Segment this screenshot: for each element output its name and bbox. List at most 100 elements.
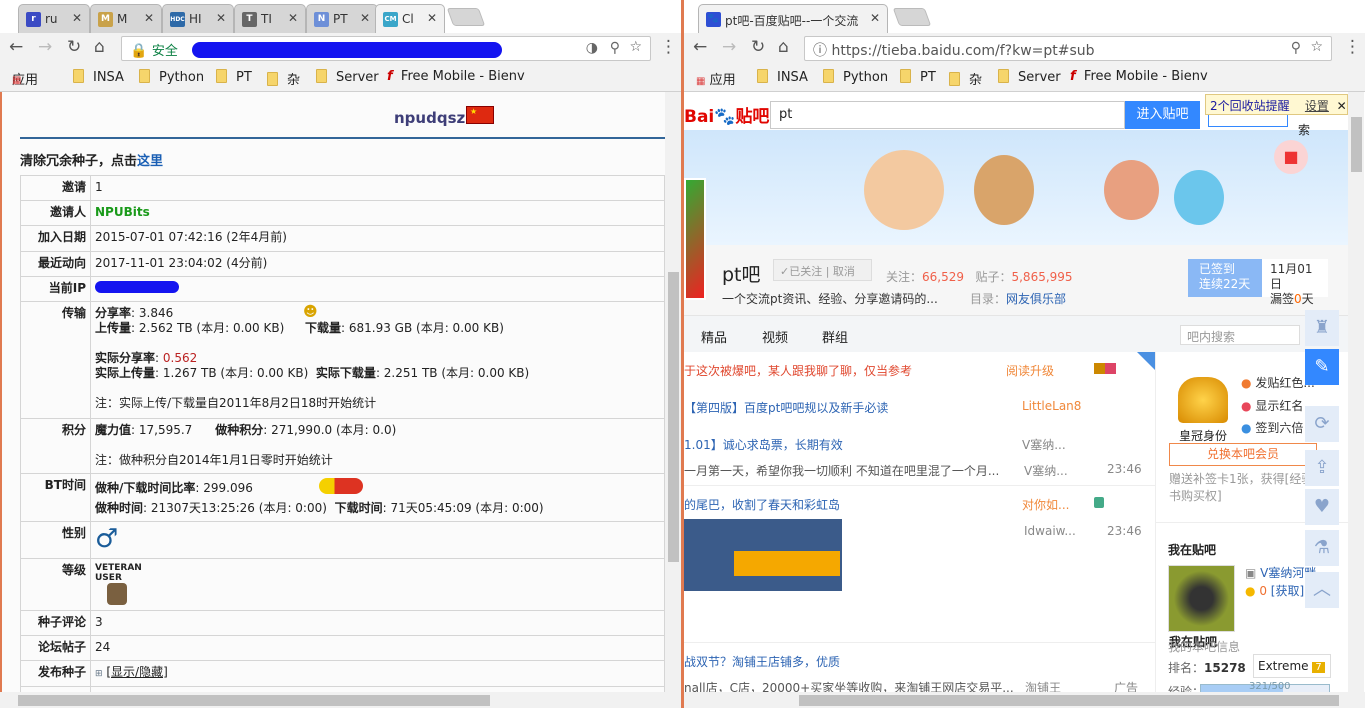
notice-text[interactable]: 2个回收站提醒 [1210, 99, 1290, 113]
thread-author[interactable]: V塞纳... [1022, 436, 1066, 453]
close-tab-icon[interactable]: ✕ [72, 11, 82, 25]
last-replier[interactable]: V塞纳... [1024, 462, 1068, 479]
menu-icon[interactable]: ⋮ [1344, 37, 1361, 57]
bookmark-free-mobile[interactable]: f Free Mobile - Bienv [1070, 69, 1208, 84]
heart-icon[interactable]: ♥ [1305, 489, 1339, 525]
vertical-scrollbar[interactable] [1348, 92, 1364, 692]
bookmark-apps[interactable]: ▦ 应用 [696, 69, 736, 88]
reload-icon[interactable]: ↻ [67, 37, 81, 57]
close-tab-icon[interactable]: ✕ [427, 11, 437, 25]
forward-icon[interactable]: → [38, 37, 52, 57]
bookmark-server[interactable]: Server [998, 69, 1061, 85]
bookmark-insa[interactable]: INSA [73, 69, 124, 85]
close-tab-icon[interactable]: ✕ [144, 11, 154, 25]
signed-in-badge[interactable]: 已签到 连续22天 [1188, 259, 1262, 297]
bookmark-misc[interactable]: 杂 [267, 69, 300, 88]
posts-value: 24 [90, 635, 665, 661]
user-avatar[interactable] [1168, 565, 1235, 632]
bookmark-pt[interactable]: PT [900, 69, 936, 85]
unfollow-link[interactable]: 取消 [833, 265, 855, 278]
bookmark-insa[interactable]: INSA [757, 69, 808, 85]
zoom-icon[interactable]: ⚲ [610, 40, 620, 56]
horizontal-scrollbar[interactable] [0, 692, 681, 708]
forum-search-input[interactable]: 吧内搜索 [1180, 325, 1300, 345]
menu-icon[interactable]: ⋮ [660, 37, 677, 57]
back-to-top-icon[interactable]: ︿ [1305, 572, 1339, 608]
forward-icon[interactable]: → [722, 37, 736, 57]
scroll-thumb[interactable] [668, 272, 679, 562]
expand-icon[interactable]: ⊞ [95, 669, 103, 679]
follow-button[interactable]: ✓已关注 | 取消 [773, 259, 872, 281]
clean-seeds-link[interactable]: 这里 [137, 154, 163, 169]
bookmark-free-mobile[interactable]: f Free Mobile - Bienv [387, 69, 525, 84]
bookmark-server[interactable]: Server [316, 69, 379, 85]
thread-title[interactable]: 于这次被爆吧，某人跟我聊了聊，仅当参考 [684, 362, 912, 379]
catalog-link[interactable]: 网友俱乐部 [1006, 292, 1066, 306]
lab-flask-icon[interactable]: ⚗ [1305, 530, 1339, 566]
close-tab-icon[interactable]: ✕ [870, 11, 880, 25]
shield-icon[interactable]: ◑ [586, 40, 598, 56]
new-tab-button[interactable] [446, 8, 486, 26]
close-tab-icon[interactable]: ✕ [216, 11, 226, 25]
exchange-membership-button[interactable]: 兑换本吧会员 [1169, 443, 1317, 466]
scroll-thumb[interactable] [799, 695, 1339, 706]
veteran-user-badge: VETERAN USER [95, 563, 142, 583]
home-icon[interactable]: ⌂ [778, 37, 789, 57]
horizontal-scrollbar[interactable] [684, 692, 1365, 708]
bookmark-apps[interactable]: ▦ 应用 [12, 69, 38, 88]
thread-author[interactable]: 阅读升级 [1006, 362, 1054, 379]
thread-author[interactable]: LittleLan8 [1022, 399, 1081, 413]
bookmark-python[interactable]: Python [139, 69, 204, 85]
tab-4[interactable]: T TI ✕ [234, 4, 306, 33]
baidu-tieba-logo[interactable]: Bai🐾贴吧 [684, 102, 769, 127]
thread-title[interactable]: 的尾巴，收割了春天和彩虹岛 [684, 496, 840, 513]
tab-1[interactable]: r ru ✕ [18, 4, 90, 33]
gift-icon[interactable]: ■ [1274, 140, 1308, 174]
show-hide-link[interactable]: [显示/隐藏] [106, 665, 167, 679]
tieba-search-input[interactable]: pt [770, 101, 1125, 129]
close-notice-icon[interactable]: ✕ [1337, 99, 1347, 113]
inviter-link[interactable]: NPUBits [90, 200, 665, 226]
close-tab-icon[interactable]: ✕ [288, 11, 298, 25]
share-icon[interactable]: ⇪ [1305, 450, 1339, 486]
bookmark-misc[interactable]: 杂 [949, 69, 982, 88]
star-icon[interactable]: ☆ [629, 39, 642, 55]
back-icon[interactable]: ← [9, 37, 23, 57]
ad-title[interactable]: 战双节？淘铺王店铺多，优质 [684, 653, 840, 670]
home-icon[interactable]: ⌂ [94, 37, 105, 57]
thread-title[interactable]: 1.01】诚心求岛票，长期有效 [684, 436, 843, 453]
get-coins-link[interactable]: [获取] [1271, 584, 1304, 598]
tab-5[interactable]: N PT ✕ [306, 4, 378, 33]
new-tab-button[interactable] [892, 8, 932, 26]
bottle-icon[interactable]: ♜ [1305, 310, 1339, 346]
scroll-thumb[interactable] [1351, 117, 1362, 172]
thread-image[interactable] [684, 519, 842, 591]
ad-author[interactable]: 淘铺王 [1025, 679, 1061, 692]
thread-author[interactable]: 对你如... [1022, 496, 1069, 513]
refresh-icon[interactable]: ⟳ [1305, 406, 1339, 442]
enter-tieba-button[interactable]: 进入贴吧 [1125, 101, 1200, 129]
vertical-scrollbar[interactable] [665, 92, 681, 692]
address-bar[interactable]: ⓘ https://tieba.baidu.com/f?kw=pt#sub ⚲ … [804, 36, 1332, 61]
star-icon[interactable]: ☆ [1310, 39, 1323, 55]
bookmark-pt[interactable]: PT [216, 69, 252, 85]
close-tab-icon[interactable]: ✕ [360, 11, 370, 25]
address-bar[interactable]: 🔒 安全 ◑ ⚲ ☆ [121, 36, 651, 61]
nav-tab-groups[interactable]: 群组 [822, 327, 848, 346]
nav-tab-featured[interactable]: 精品 [701, 327, 727, 346]
tab-2[interactable]: M M ✕ [90, 4, 162, 33]
notice-settings-link[interactable]: 设置 [1305, 99, 1329, 113]
back-icon[interactable]: ← [693, 37, 707, 57]
close-ad-icon[interactable] [1137, 352, 1155, 370]
tab-tieba[interactable]: 🐾 pt吧-百度贴吧--一个交流 ✕ [698, 4, 888, 33]
tab-3[interactable]: HDC HI ✕ [162, 4, 234, 33]
thread-title[interactable]: 【第四版】百度pt吧吧规以及新手必读 [684, 399, 888, 416]
post-edit-icon[interactable]: ✎ [1305, 349, 1339, 385]
bookmark-python[interactable]: Python [823, 69, 888, 85]
tab-6-active[interactable]: CM Cl ✕ [375, 4, 445, 33]
zoom-icon[interactable]: ⚲ [1291, 40, 1301, 56]
reload-icon[interactable]: ↻ [751, 37, 765, 57]
nav-tab-video[interactable]: 视频 [762, 327, 788, 346]
scroll-thumb[interactable] [18, 695, 490, 706]
last-replier[interactable]: Idwaiw... [1024, 524, 1076, 538]
